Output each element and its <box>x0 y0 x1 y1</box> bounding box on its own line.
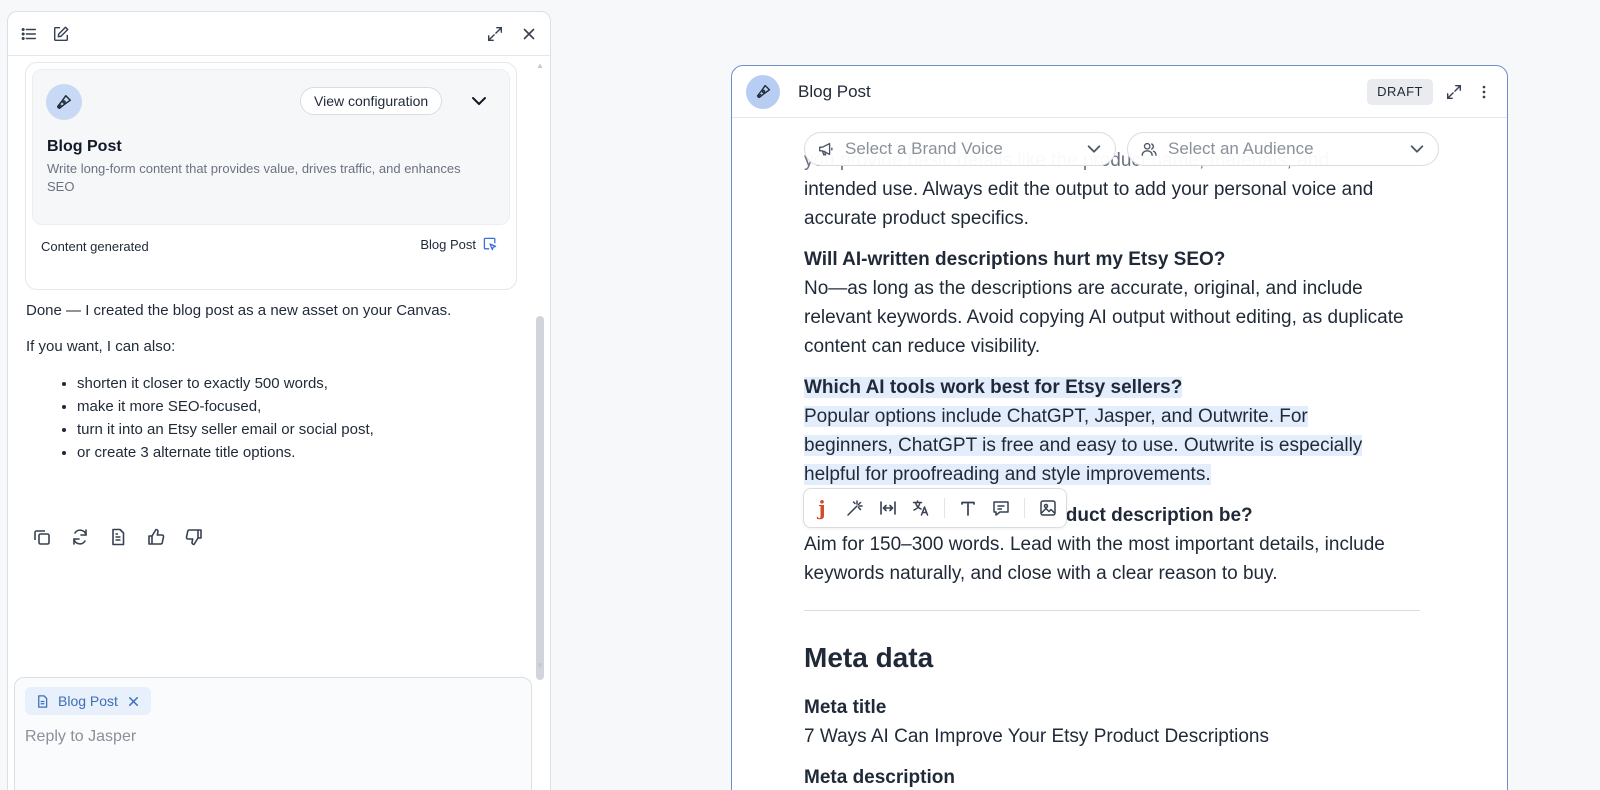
translate-icon[interactable] <box>911 498 931 518</box>
document-icon[interactable] <box>108 527 128 547</box>
divider <box>804 610 1420 611</box>
reply-list: shorten it closer to exactly 500 words, … <box>77 372 486 464</box>
document-icon <box>35 694 50 709</box>
open-blog-post-link[interactable]: Blog Post <box>420 236 498 252</box>
magic-wand-icon[interactable] <box>845 498 865 518</box>
reply-paragraph: Done — I created the blog post as a new … <box>26 302 452 319</box>
list-item: turn it into an Etsy seller email or soc… <box>77 418 486 441</box>
voice-audience-bar: Select a Brand Voice Select an Audience <box>804 132 1439 166</box>
faq-answer-line: Popular options include ChatGPT, Jasper,… <box>804 406 1308 427</box>
section-heading: Meta data <box>804 642 934 673</box>
selection-toolbar: j <box>803 488 1067 528</box>
status-badge: DRAFT <box>1367 78 1433 105</box>
list-item: or create 3 alternate title options. <box>77 441 486 464</box>
tool-description: Write long-form content that provides va… <box>47 161 461 194</box>
chat-panel: ▲ ▼ View configuration Blog Post Write l… <box>7 11 551 790</box>
copy-icon[interactable] <box>32 527 52 547</box>
message-actions <box>32 527 204 547</box>
tool-card-header: View configuration Blog Post Write long-… <box>32 69 510 225</box>
open-blog-post-label: Blog Post <box>420 236 476 252</box>
jasper-logo-icon[interactable]: j <box>812 496 832 520</box>
remove-chip-icon[interactable] <box>126 694 141 709</box>
faq-answer-line: beginners, ChatGPT is free and easy to u… <box>804 435 1363 456</box>
megaphone-icon <box>817 140 835 158</box>
content-generated-label: Content generated <box>41 239 149 254</box>
chevron-down-icon[interactable] <box>469 91 489 111</box>
document-body[interactable]: you provide basic details like the produ… <box>804 118 1420 790</box>
brand-voice-select[interactable]: Select a Brand Voice <box>804 132 1116 166</box>
meta-title-label: Meta title <box>804 697 887 718</box>
document-content: you provide basic details like the produ… <box>804 146 1420 790</box>
thumbs-down-icon[interactable] <box>184 527 204 547</box>
width-icon[interactable] <box>878 498 898 518</box>
assistant-reply: Done — I created the blog post as a new … <box>26 300 486 464</box>
tool-card: View configuration Blog Post Write long-… <box>25 62 517 290</box>
context-chip-label: Blog Post <box>58 693 118 709</box>
toolbar-separator <box>1024 498 1025 518</box>
expand-icon[interactable] <box>1445 83 1463 101</box>
chat-header <box>8 12 550 56</box>
refresh-icon[interactable] <box>70 527 90 547</box>
users-icon <box>1140 140 1158 158</box>
brand-voice-placeholder: Select a Brand Voice <box>845 139 1003 158</box>
thumbs-up-icon[interactable] <box>146 527 166 547</box>
pen-icon <box>746 74 780 109</box>
scroll-down-icon[interactable]: ▼ <box>536 662 544 670</box>
pen-icon <box>46 84 82 120</box>
comment-icon[interactable] <box>991 498 1011 518</box>
document-header: Blog Post DRAFT <box>732 66 1507 118</box>
meta-description-label: Meta description <box>804 767 955 788</box>
list-item: shorten it closer to exactly 500 words, <box>77 372 486 395</box>
chat-scrollbar[interactable]: ▲ ▼ <box>536 62 544 690</box>
faq-answer: No—as long as the descriptions are accur… <box>804 278 1404 357</box>
image-icon[interactable] <box>1038 498 1058 518</box>
faq-item-selected: Which AI tools work best for Etsy seller… <box>804 373 1420 489</box>
more-vertical-icon[interactable] <box>1475 83 1493 101</box>
toolbar-separator <box>944 498 945 518</box>
document-title: Blog Post <box>798 81 871 101</box>
chat-scrollbar-thumb[interactable] <box>536 316 544 680</box>
expand-icon[interactable] <box>486 25 504 43</box>
list-item: make it more SEO-focused, <box>77 395 486 418</box>
meta-title-value: 7 Ways AI Can Improve Your Etsy Product … <box>804 726 1269 747</box>
edit-icon[interactable] <box>52 25 70 43</box>
reply-composer: Blog Post <box>14 677 532 790</box>
tool-title: Blog Post <box>47 138 122 155</box>
faq-item: Will AI-written descriptions hurt my Ets… <box>804 245 1420 361</box>
list-icon[interactable] <box>20 25 38 43</box>
reply-input[interactable] <box>25 728 515 746</box>
scroll-up-icon[interactable]: ▲ <box>536 62 544 70</box>
reply-paragraph: If you want, I can also: <box>26 338 176 355</box>
paragraph: intended use. Always edit the output to … <box>804 179 1374 229</box>
text-icon[interactable] <box>958 498 978 518</box>
audience-select[interactable]: Select an Audience <box>1127 132 1439 166</box>
document-panel: Blog Post DRAFT you provide basic detail… <box>731 65 1508 790</box>
faq-answer-line: helpful for proofreading and style impro… <box>804 464 1211 485</box>
faq-answer: Aim for 150–300 words. Lead with the mos… <box>804 534 1385 584</box>
chevron-down-icon <box>1085 140 1103 158</box>
open-canvas-icon <box>482 236 498 252</box>
close-icon[interactable] <box>520 25 538 43</box>
context-chip-blog-post[interactable]: Blog Post <box>25 687 151 715</box>
audience-placeholder: Select an Audience <box>1168 139 1314 158</box>
faq-question: Will AI-written descriptions hurt my Ets… <box>804 249 1226 270</box>
chevron-down-icon <box>1408 140 1426 158</box>
view-configuration-button[interactable]: View configuration <box>300 87 443 115</box>
faq-question: Which AI tools work best for Etsy seller… <box>804 377 1183 398</box>
